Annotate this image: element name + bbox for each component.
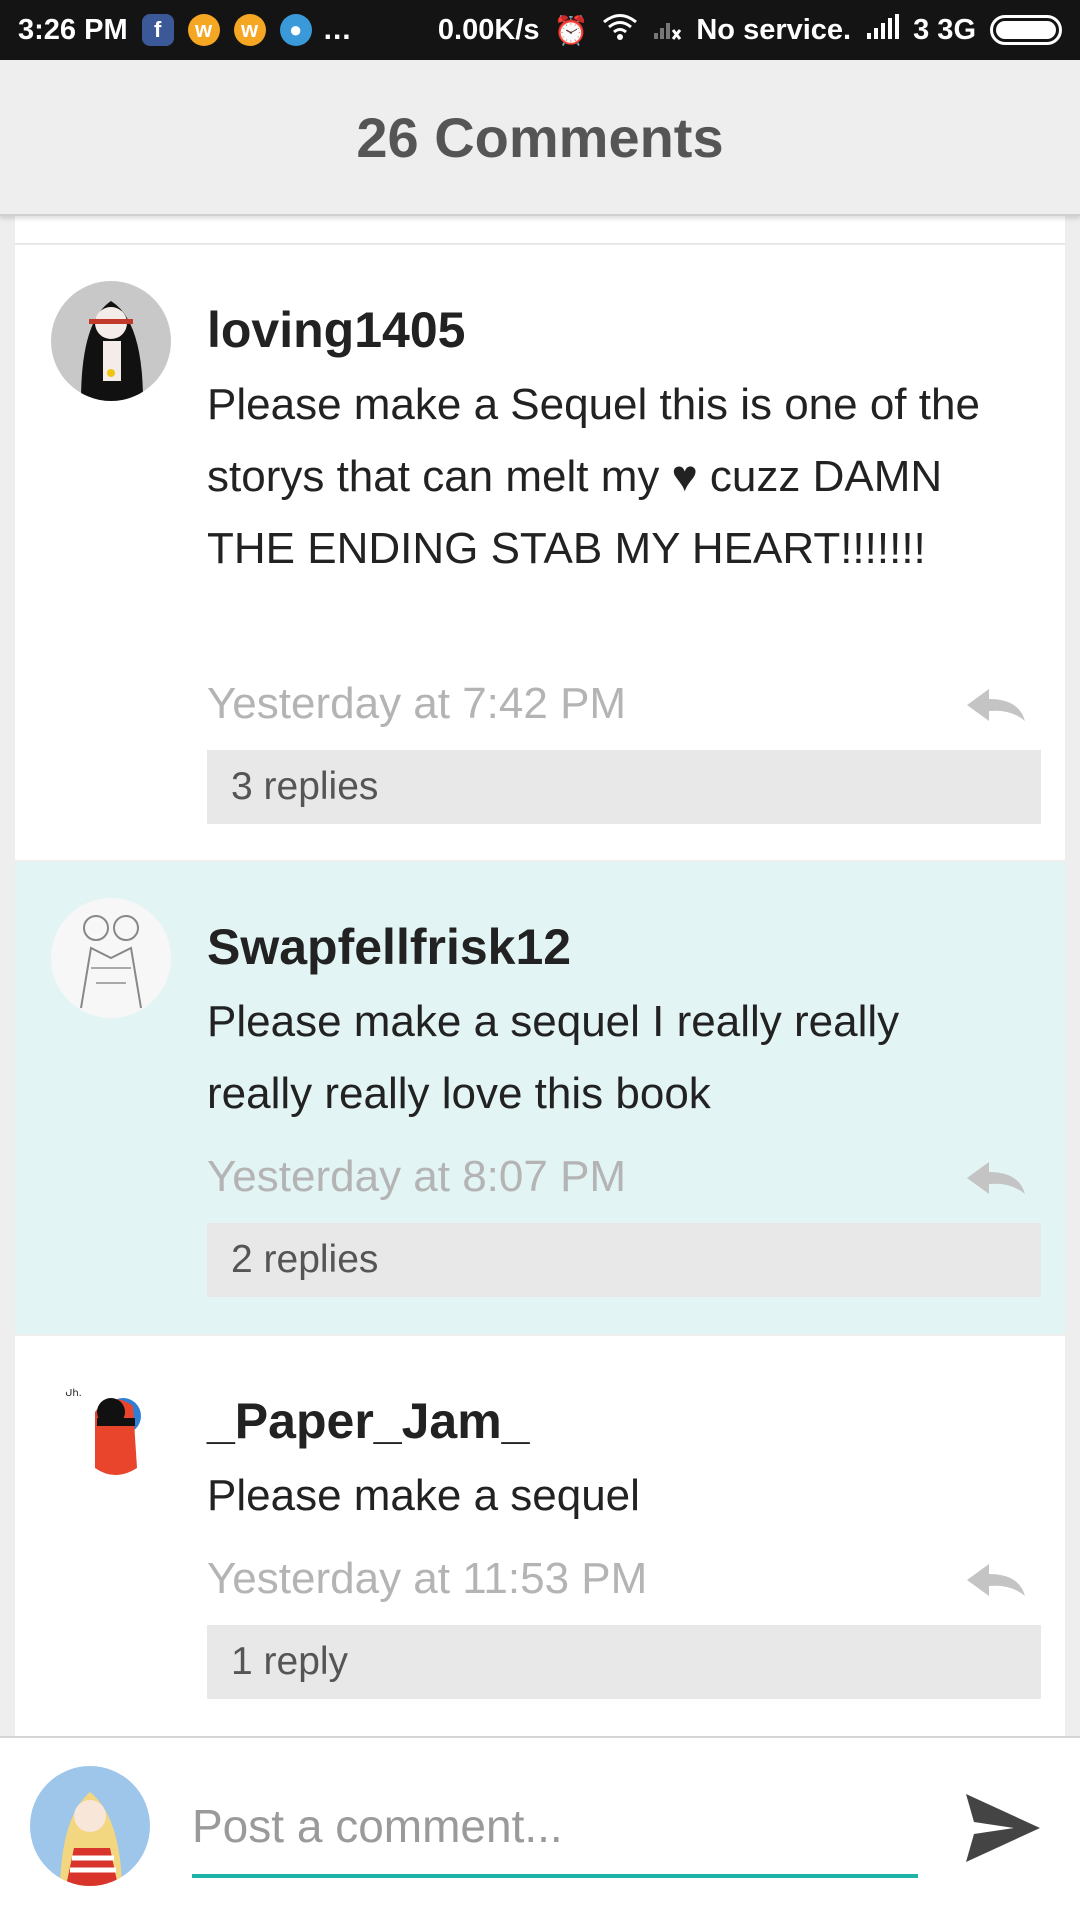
status-time: 3:26 PM — [18, 13, 128, 46]
battery-icon — [990, 15, 1062, 45]
svg-text:Uh.: Uh. — [65, 1388, 82, 1399]
comment-timestamp: Yesterday at 8:07 PM — [207, 1152, 627, 1201]
comment-item[interactable]: Swapfellfrisk12 Please make a sequel I r… — [15, 862, 1065, 1334]
wattpad-icon: w — [187, 14, 220, 46]
facebook-icon: f — [141, 14, 174, 46]
view-replies-button[interactable]: 2 replies — [207, 1223, 1041, 1297]
avatar[interactable] — [51, 281, 171, 401]
wifi-icon — [602, 13, 638, 48]
current-user-avatar — [30, 1766, 150, 1886]
service-status: No service. — [696, 13, 852, 46]
comment-timestamp: Yesterday at 11:53 PM — [207, 1554, 648, 1603]
comment-text: Please make a sequel I really really rea… — [207, 997, 900, 1118]
reply-icon[interactable] — [963, 1158, 1029, 1198]
status-bar-right: 0.00K/s ⏰ No service. 3 3G — [438, 13, 1062, 48]
carrier-text: 3 3G — [913, 13, 976, 46]
previous-comment-edge — [15, 216, 1065, 244]
comment-text: Please make a Sequel this is one of the … — [207, 380, 980, 573]
page-title: 26 Comments — [356, 105, 724, 169]
alarm-icon: ⏰ — [553, 14, 589, 46]
reply-icon[interactable] — [963, 685, 1029, 725]
comment-text: Please make a sequel — [207, 1471, 640, 1520]
comment-username[interactable]: _Paper_Jam_ — [207, 1392, 529, 1450]
signal-icon — [865, 13, 900, 48]
send-button[interactable] — [960, 1786, 1044, 1870]
header: 26 Comments — [0, 60, 1080, 216]
send-icon — [966, 1794, 1040, 1862]
comment-timestamp: Yesterday at 7:42 PM — [207, 679, 627, 728]
messenger-icon: ● — [279, 14, 312, 46]
signal-x-icon — [652, 13, 682, 48]
comment-item[interactable]: loving1405 Please make a Sequel this is … — [15, 245, 1065, 860]
comment-item[interactable]: Uh. _Paper_Jam_ Please make a sequel Yes… — [15, 1336, 1065, 1736]
reply-icon[interactable] — [963, 1560, 1029, 1600]
more-notifications-indicator: ... — [323, 13, 352, 46]
view-replies-button[interactable]: 1 reply — [207, 1625, 1041, 1699]
comment-input[interactable] — [192, 1778, 918, 1878]
avatar[interactable] — [51, 898, 171, 1018]
wattpad-icon: w — [233, 14, 266, 46]
network-speed: 0.00K/s — [437, 13, 540, 46]
comment-composer — [0, 1736, 1080, 1920]
status-bar-left: 3:26 PM f w w ● ... — [18, 13, 352, 47]
comment-username[interactable]: Swapfellfrisk12 — [207, 918, 571, 976]
status-bar: 3:26 PM f w w ● ... 0.00K/s ⏰ No service… — [0, 0, 1080, 60]
view-replies-button[interactable]: 3 replies — [207, 750, 1041, 824]
comment-username[interactable]: loving1405 — [207, 301, 465, 359]
avatar[interactable]: Uh. — [51, 1372, 171, 1492]
